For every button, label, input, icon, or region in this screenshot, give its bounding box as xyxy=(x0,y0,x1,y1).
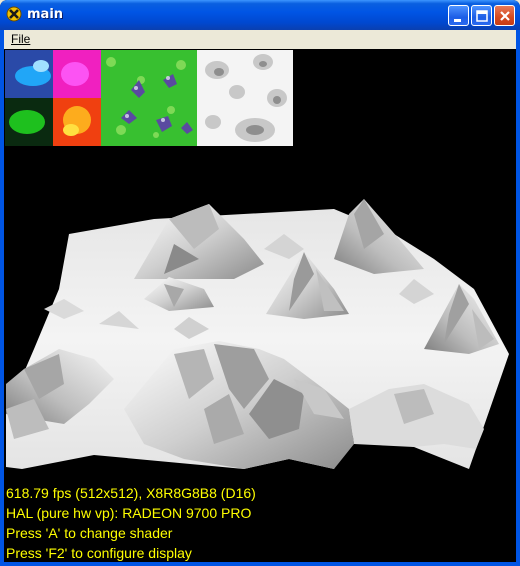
maximize-button[interactable] xyxy=(471,5,492,26)
fps-stats: 618.79 fps (512x512), X8R8G8B8 (D16) xyxy=(6,485,256,501)
display-hint: Press 'F2' to configure display xyxy=(6,545,192,561)
shader-hint: Press 'A' to change shader xyxy=(6,525,173,541)
menu-bar: File xyxy=(4,30,516,49)
menu-file[interactable]: File xyxy=(11,32,30,46)
stats-overlay: 618.79 fps (512x512), X8R8G8B8 (D16) HAL… xyxy=(6,483,256,562)
maximize-icon xyxy=(476,10,488,22)
app-window: main File 618.79 fps (512x512), X8R8G8B8… xyxy=(0,0,520,566)
height-texture xyxy=(197,50,293,146)
close-button[interactable] xyxy=(494,5,515,26)
directx-app-icon[interactable] xyxy=(6,6,22,22)
minimize-button[interactable] xyxy=(448,5,469,26)
minimize-icon xyxy=(454,19,461,22)
title-bar[interactable]: main xyxy=(0,0,520,30)
normal-map-texture xyxy=(5,50,101,146)
grass-texture xyxy=(101,50,197,146)
window-title: main xyxy=(27,7,64,22)
render-viewport[interactable]: 618.79 fps (512x512), X8R8G8B8 (D16) HAL… xyxy=(4,49,516,562)
device-info: HAL (pure hw vp): RADEON 9700 PRO xyxy=(6,505,252,521)
close-icon xyxy=(500,11,510,21)
